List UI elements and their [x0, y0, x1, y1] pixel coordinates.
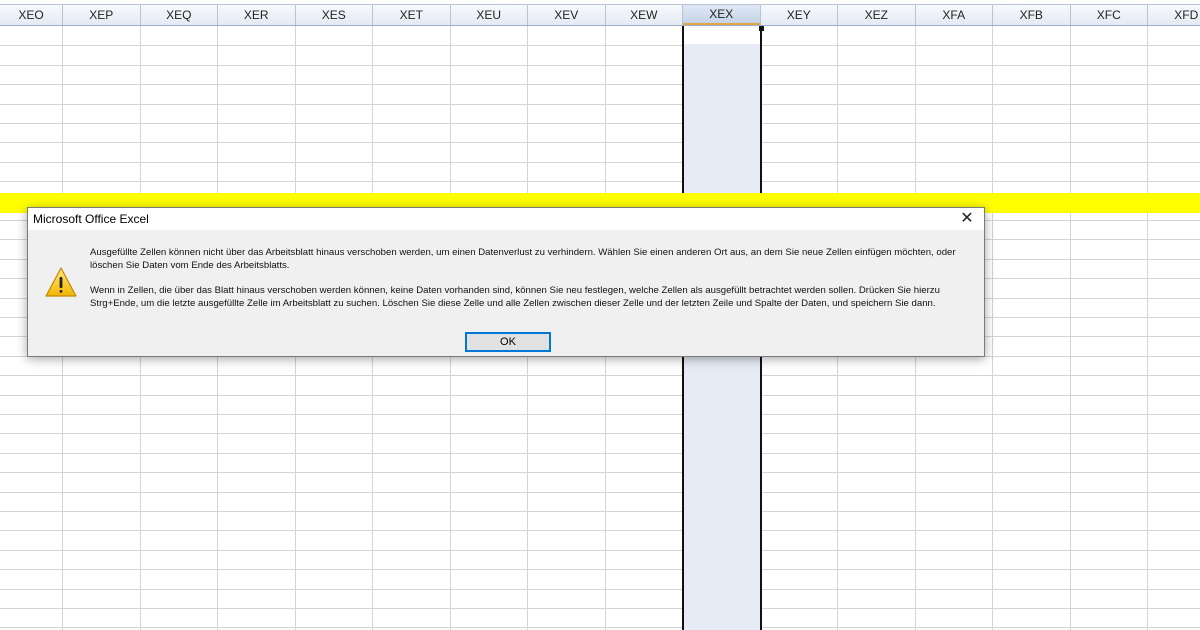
row-gridline [0, 65, 1200, 66]
column-header-xex[interactable]: XEX [683, 5, 761, 25]
column-header-xfa[interactable]: XFA [916, 5, 993, 25]
column-header-xew[interactable]: XEW [606, 5, 683, 25]
row-gridline [0, 433, 1200, 434]
row-gridline [0, 511, 1200, 512]
excel-worksheet: XEO XEP XEQ XER XES XET XEU XEV XEW XEX XEY XEZ XFA X… [0, 0, 1200, 630]
column-header-xev[interactable]: XEV [528, 5, 606, 25]
row-gridline [0, 395, 1200, 396]
row-gridline [0, 569, 1200, 570]
warning-icon [45, 267, 77, 297]
row-gridline [0, 181, 1200, 182]
row-gridline [0, 84, 1200, 85]
column-header-xfc[interactable]: XFC [1071, 5, 1148, 25]
column-header-xeo[interactable]: XEO [0, 5, 63, 25]
dialog-title: Microsoft Office Excel [33, 212, 149, 226]
column-header-xes[interactable]: XES [296, 5, 373, 25]
ok-button[interactable]: OK [465, 332, 551, 352]
excel-warning-dialog: Microsoft Office Excel ✕ Ausgefüllte Zel… [27, 207, 985, 357]
column-header-xer[interactable]: XER [218, 5, 296, 25]
column-header-xey[interactable]: XEY [761, 5, 838, 25]
row-gridline [0, 472, 1200, 473]
dialog-titlebar[interactable]: Microsoft Office Excel ✕ [28, 208, 984, 230]
row-gridline [0, 45, 1200, 46]
column-gridline [1069, 26, 1071, 630]
active-cell[interactable] [684, 26, 760, 44]
row-gridline [0, 530, 1200, 531]
row-gridline [0, 589, 1200, 590]
row-gridline [0, 142, 1200, 143]
column-header-row: XEO XEP XEQ XER XES XET XEU XEV XEW XEX XEY XEZ XFA X… [0, 4, 1200, 26]
column-header-xez[interactable]: XEZ [838, 5, 916, 25]
row-gridline [0, 162, 1200, 163]
column-header-xet[interactable]: XET [373, 5, 451, 25]
column-header-xeq[interactable]: XEQ [141, 5, 218, 25]
row-gridline [0, 608, 1200, 609]
row-gridline [0, 492, 1200, 493]
fill-handle[interactable] [758, 26, 764, 31]
row-gridline [0, 550, 1200, 551]
row-gridline [0, 453, 1200, 454]
row-gridline [0, 627, 1200, 628]
column-gridline [1147, 26, 1148, 630]
row-gridline [0, 414, 1200, 415]
dialog-message-secondary: Wenn in Zellen, die über das Blatt hinau… [90, 285, 940, 309]
row-gridline [0, 375, 1200, 376]
column-gridline [992, 26, 993, 630]
close-icon[interactable]: ✕ [958, 210, 976, 228]
column-header-xeu[interactable]: XEU [451, 5, 528, 25]
row-gridline [0, 104, 1200, 105]
dialog-message-primary: Ausgefüllte Zellen können nicht über das… [90, 247, 956, 271]
column-header-xfd[interactable]: XFD [1148, 5, 1200, 25]
row-gridline [0, 123, 1200, 124]
column-header-xep[interactable]: XEP [63, 5, 141, 25]
column-header-xfb[interactable]: XFB [993, 5, 1071, 25]
